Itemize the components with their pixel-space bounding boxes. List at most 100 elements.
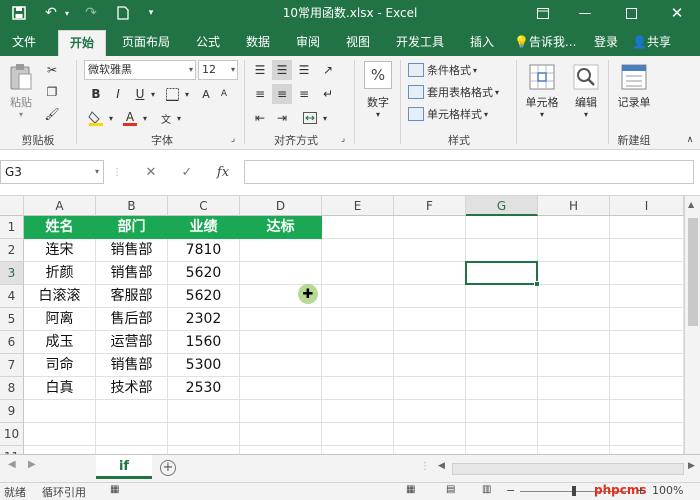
table-cell[interactable]: [240, 331, 322, 354]
cell-h11[interactable]: [538, 446, 610, 454]
table-format-button[interactable]: 套用表格格式 ▾: [408, 82, 499, 102]
undo-icon[interactable]: ↶: [40, 0, 62, 26]
share-button[interactable]: 👤共享: [632, 30, 671, 54]
table-cell[interactable]: 7810: [168, 239, 240, 262]
scroll-right-icon[interactable]: ▶: [28, 459, 36, 470]
increase-indent-icon[interactable]: ⇥: [272, 108, 292, 128]
table-cell[interactable]: 连宋: [24, 239, 96, 262]
tab-insert[interactable]: 插入: [460, 30, 504, 56]
dialog-launcher-icon[interactable]: ⌟: [226, 132, 240, 146]
cell-b10[interactable]: [96, 423, 168, 446]
number-format-button[interactable]: % 数字 ▾: [360, 60, 396, 119]
table-cell[interactable]: 1560: [168, 331, 240, 354]
row-header-5[interactable]: 5: [0, 308, 24, 331]
cell-e10[interactable]: [322, 423, 394, 446]
save-icon[interactable]: [8, 0, 30, 26]
fill-handle[interactable]: [534, 281, 540, 287]
tab-review[interactable]: 审阅: [286, 30, 330, 56]
row-header-6[interactable]: 6: [0, 331, 24, 354]
table-cell[interactable]: 技术部: [96, 377, 168, 400]
merge-center-icon[interactable]: [300, 108, 320, 128]
table-cell[interactable]: [240, 239, 322, 262]
table-cell[interactable]: [240, 354, 322, 377]
cell-f10[interactable]: [394, 423, 466, 446]
enter-icon[interactable]: ✓: [172, 160, 202, 184]
table-cell[interactable]: 运营部: [96, 331, 168, 354]
row-header-3[interactable]: 3: [0, 262, 24, 285]
cell-i5[interactable]: [610, 308, 684, 331]
selected-cell-outline[interactable]: [465, 261, 540, 287]
bold-button[interactable]: B: [86, 84, 106, 104]
cell-g7[interactable]: [466, 354, 538, 377]
cell-i7[interactable]: [610, 354, 684, 377]
cell-g11[interactable]: [466, 446, 538, 454]
cell-b11[interactable]: [96, 446, 168, 454]
zoom-in-icon[interactable]: +: [636, 484, 645, 497]
cell-f2[interactable]: [394, 239, 466, 262]
minimize-icon[interactable]: —: [568, 0, 602, 26]
column-header-b[interactable]: B: [96, 196, 168, 216]
row-header-1[interactable]: 1: [0, 216, 24, 239]
cell-e2[interactable]: [322, 239, 394, 262]
cell-e1[interactable]: [322, 216, 394, 239]
font-size-combo[interactable]: 12 ▾: [198, 60, 238, 80]
cell-h3[interactable]: [538, 262, 610, 285]
border-dropdown-icon[interactable]: ▾: [182, 84, 192, 104]
cell-i2[interactable]: [610, 239, 684, 262]
table-cell[interactable]: 5620: [168, 285, 240, 308]
decrease-indent-icon[interactable]: ⇤: [250, 108, 270, 128]
cell-d9[interactable]: [240, 400, 322, 423]
table-cell[interactable]: 售后部: [96, 308, 168, 331]
cell-e7[interactable]: [322, 354, 394, 377]
phonetic-dropdown-icon[interactable]: ▾: [174, 108, 184, 128]
font-name-combo[interactable]: 微软雅黑 ▾: [84, 60, 196, 80]
align-right-icon[interactable]: ≡: [294, 84, 314, 104]
row-header-9[interactable]: 9: [0, 400, 24, 423]
cell-h9[interactable]: [538, 400, 610, 423]
cell-f6[interactable]: [394, 331, 466, 354]
cell-g2[interactable]: [466, 239, 538, 262]
cell-g5[interactable]: [466, 308, 538, 331]
select-all-corner[interactable]: [0, 196, 24, 216]
italic-button[interactable]: I: [108, 84, 128, 104]
table-header-cell[interactable]: 达标: [240, 216, 322, 239]
table-cell[interactable]: 客服部: [96, 285, 168, 308]
phonetic-icon[interactable]: 文: [156, 108, 176, 128]
row-header-11[interactable]: 11: [0, 446, 24, 454]
cell-d11[interactable]: [240, 446, 322, 454]
tab-view[interactable]: 视图: [336, 30, 380, 56]
column-header-i[interactable]: I: [610, 196, 684, 216]
align-middle-icon[interactable]: ☰: [272, 60, 292, 80]
cell-i6[interactable]: [610, 331, 684, 354]
cell-e8[interactable]: [322, 377, 394, 400]
column-header-f[interactable]: F: [394, 196, 466, 216]
table-cell[interactable]: 销售部: [96, 354, 168, 377]
scroll-up-icon[interactable]: ▲: [688, 200, 694, 209]
tell-me-box[interactable]: 💡告诉我...: [514, 30, 576, 54]
cell-f4[interactable]: [394, 285, 466, 308]
cell-c10[interactable]: [168, 423, 240, 446]
underline-button[interactable]: U: [130, 84, 150, 104]
name-box[interactable]: G3 ▾: [0, 160, 104, 184]
column-header-c[interactable]: C: [168, 196, 240, 216]
column-header-h[interactable]: H: [538, 196, 610, 216]
cell-a11[interactable]: [24, 446, 96, 454]
tab-data[interactable]: 数据: [238, 30, 278, 56]
cut-icon[interactable]: ✂: [42, 60, 62, 80]
row-header-4[interactable]: 4: [0, 285, 24, 308]
column-header-e[interactable]: E: [322, 196, 394, 216]
merge-dropdown-icon[interactable]: ▾: [320, 108, 330, 128]
cell-h8[interactable]: [538, 377, 610, 400]
cells-button[interactable]: 单元格 ▾: [520, 60, 564, 119]
normal-view-icon[interactable]: ▦: [406, 484, 415, 495]
tab-page-layout[interactable]: 页面布局: [114, 30, 178, 56]
cell-i10[interactable]: [610, 423, 684, 446]
formula-input[interactable]: [244, 160, 694, 184]
underline-dropdown-icon[interactable]: ▾: [148, 84, 158, 104]
align-top-icon[interactable]: ☰: [250, 60, 270, 80]
cell-a9[interactable]: [24, 400, 96, 423]
grow-font-button[interactable]: A: [196, 84, 216, 104]
table-cell[interactable]: 成玉: [24, 331, 96, 354]
cell-i8[interactable]: [610, 377, 684, 400]
row-header-2[interactable]: 2: [0, 239, 24, 262]
